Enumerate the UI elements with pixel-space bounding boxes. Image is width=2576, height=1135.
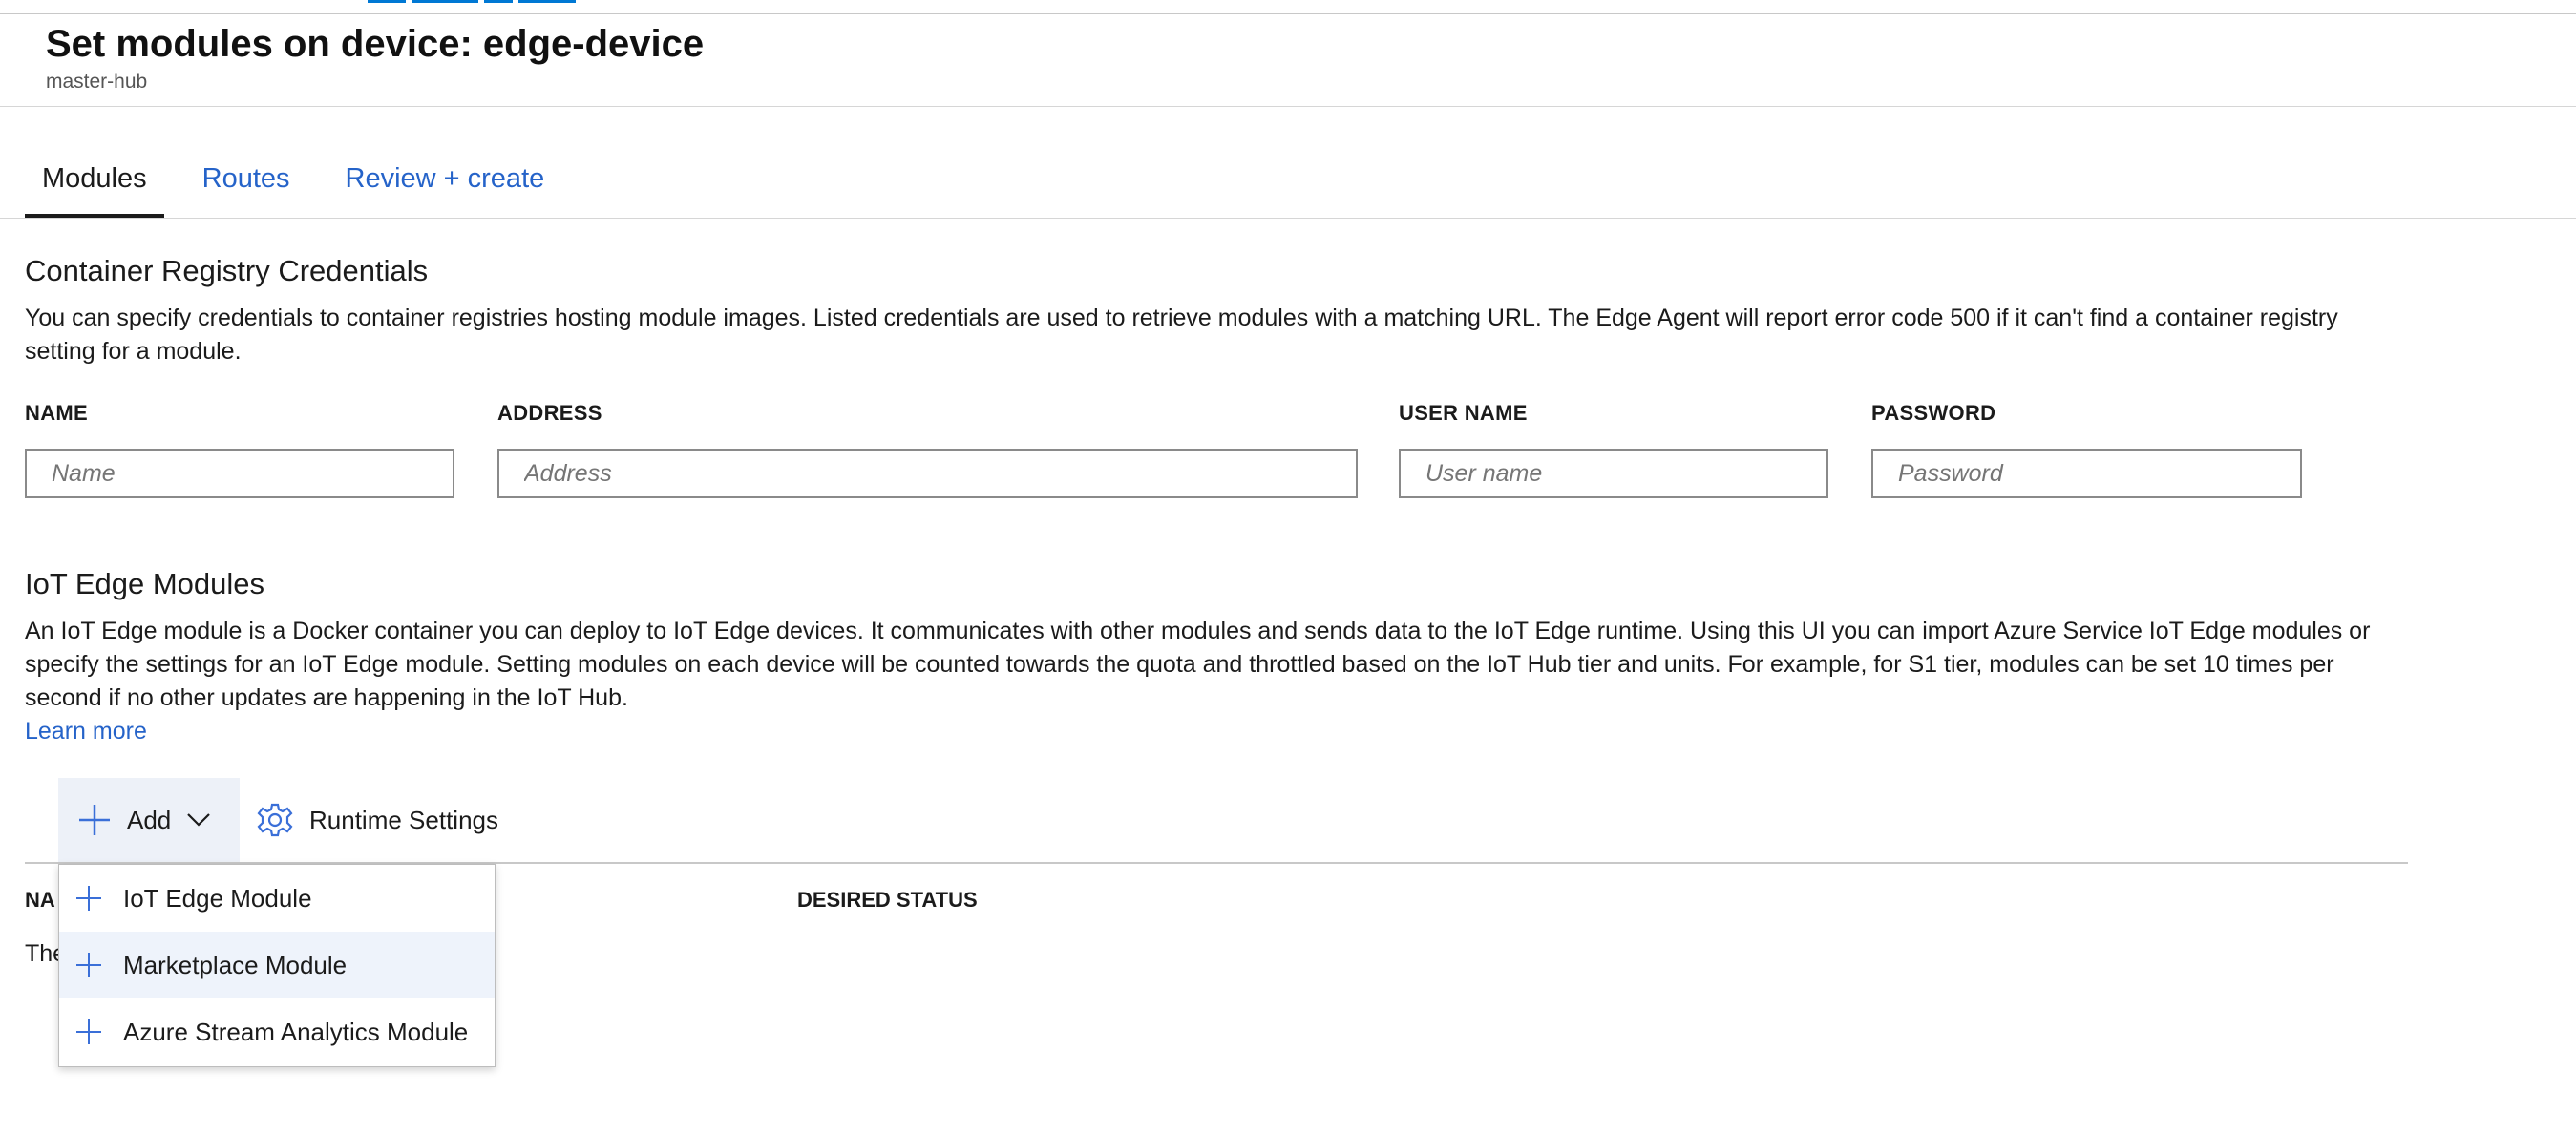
username-field-label: USER NAME bbox=[1399, 401, 1528, 425]
tab-review-create[interactable]: Review + create bbox=[328, 143, 562, 216]
tab-bar: Modules Routes Review + create bbox=[25, 143, 582, 218]
menu-item-label: Marketplace Module bbox=[123, 950, 348, 979]
menu-item-azure-stream-analytics-module[interactable]: Azure Stream Analytics Module bbox=[59, 998, 495, 1065]
runtime-settings-button[interactable]: Runtime Settings bbox=[256, 778, 498, 862]
plus-icon bbox=[76, 953, 101, 977]
page-title: Set modules on device: edge-device bbox=[46, 23, 705, 65]
menu-item-marketplace-module[interactable]: Marketplace Module bbox=[59, 932, 495, 998]
modules-section-title: IoT Edge Modules bbox=[25, 567, 265, 600]
tabs-divider bbox=[0, 218, 2576, 219]
plus-icon bbox=[76, 1019, 101, 1044]
column-header-desired-status[interactable]: DESIRED STATUS bbox=[797, 888, 978, 913]
page-subtitle: master-hub bbox=[46, 71, 148, 93]
address-field-label: ADDRESS bbox=[497, 401, 602, 425]
top-breadcrumb-fragment bbox=[368, 0, 616, 4]
tab-modules[interactable]: Modules bbox=[25, 143, 164, 218]
gear-icon bbox=[257, 803, 293, 837]
tab-routes[interactable]: Routes bbox=[185, 143, 307, 216]
registry-section-description: You can specify credentials to container… bbox=[25, 305, 2338, 365]
name-field-label: NAME bbox=[25, 401, 88, 425]
menu-item-label: Azure Stream Analytics Module bbox=[123, 1017, 469, 1046]
address-field[interactable] bbox=[497, 449, 1358, 498]
password-field-label: PASSWORD bbox=[1871, 401, 1996, 425]
plus-icon bbox=[79, 805, 110, 835]
registry-section-title: Container Registry Credentials bbox=[25, 254, 429, 287]
menu-item-label: IoT Edge Module bbox=[123, 883, 312, 913]
top-divider bbox=[0, 13, 2576, 14]
modules-section-description: An IoT Edge module is a Docker container… bbox=[25, 618, 2371, 711]
runtime-settings-label: Runtime Settings bbox=[309, 805, 498, 834]
learn-more-link[interactable]: Learn more bbox=[25, 715, 147, 748]
chevron-down-icon bbox=[187, 813, 211, 827]
password-field[interactable] bbox=[1871, 449, 2302, 498]
name-field[interactable] bbox=[25, 449, 454, 498]
username-field[interactable] bbox=[1399, 449, 1828, 498]
plus-icon bbox=[76, 886, 101, 911]
add-module-dropdown-menu: IoT Edge Module Marketplace Module Azure… bbox=[58, 864, 496, 1067]
header-divider bbox=[0, 106, 2576, 107]
add-button-label: Add bbox=[127, 805, 172, 834]
add-module-button[interactable]: Add bbox=[58, 778, 240, 862]
menu-item-iot-edge-module[interactable]: IoT Edge Module bbox=[59, 865, 495, 932]
column-header-name[interactable]: NA bbox=[25, 888, 55, 913]
